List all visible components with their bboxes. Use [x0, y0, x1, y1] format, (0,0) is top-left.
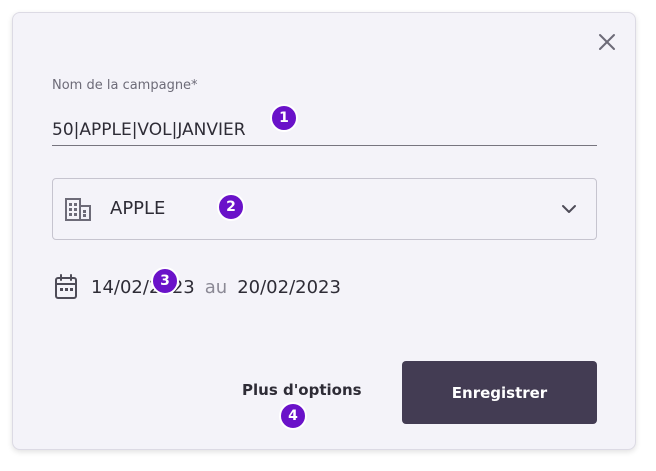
end-date[interactable]: 20/02/2023 [237, 277, 341, 298]
annotation-badge-1: 1 [270, 104, 298, 132]
campaign-name-label: Nom de la campagne* [52, 78, 198, 93]
company-select[interactable]: APPLE [52, 178, 597, 240]
annotation-badge-2: 2 [217, 193, 245, 221]
chevron-down-icon [562, 205, 576, 213]
start-date[interactable]: 14/02/2023 [91, 277, 195, 298]
date-separator: au [204, 276, 228, 298]
building-icon [65, 198, 91, 221]
close-button[interactable] [596, 31, 618, 53]
annotation-badge-3: 3 [151, 267, 179, 295]
annotation-badge-4: 4 [279, 402, 307, 430]
calendar-icon [55, 274, 77, 299]
date-range[interactable]: 14/02/2023 au 20/02/2023 [54, 273, 341, 301]
save-button[interactable]: Enregistrer [402, 361, 597, 424]
company-select-value: APPLE [110, 198, 166, 219]
campaign-dialog: Nom de la campagne* APPLE [12, 12, 636, 450]
campaign-name-input[interactable] [52, 115, 597, 146]
close-icon [599, 34, 615, 50]
more-options-link[interactable]: Plus d'options [242, 381, 362, 399]
